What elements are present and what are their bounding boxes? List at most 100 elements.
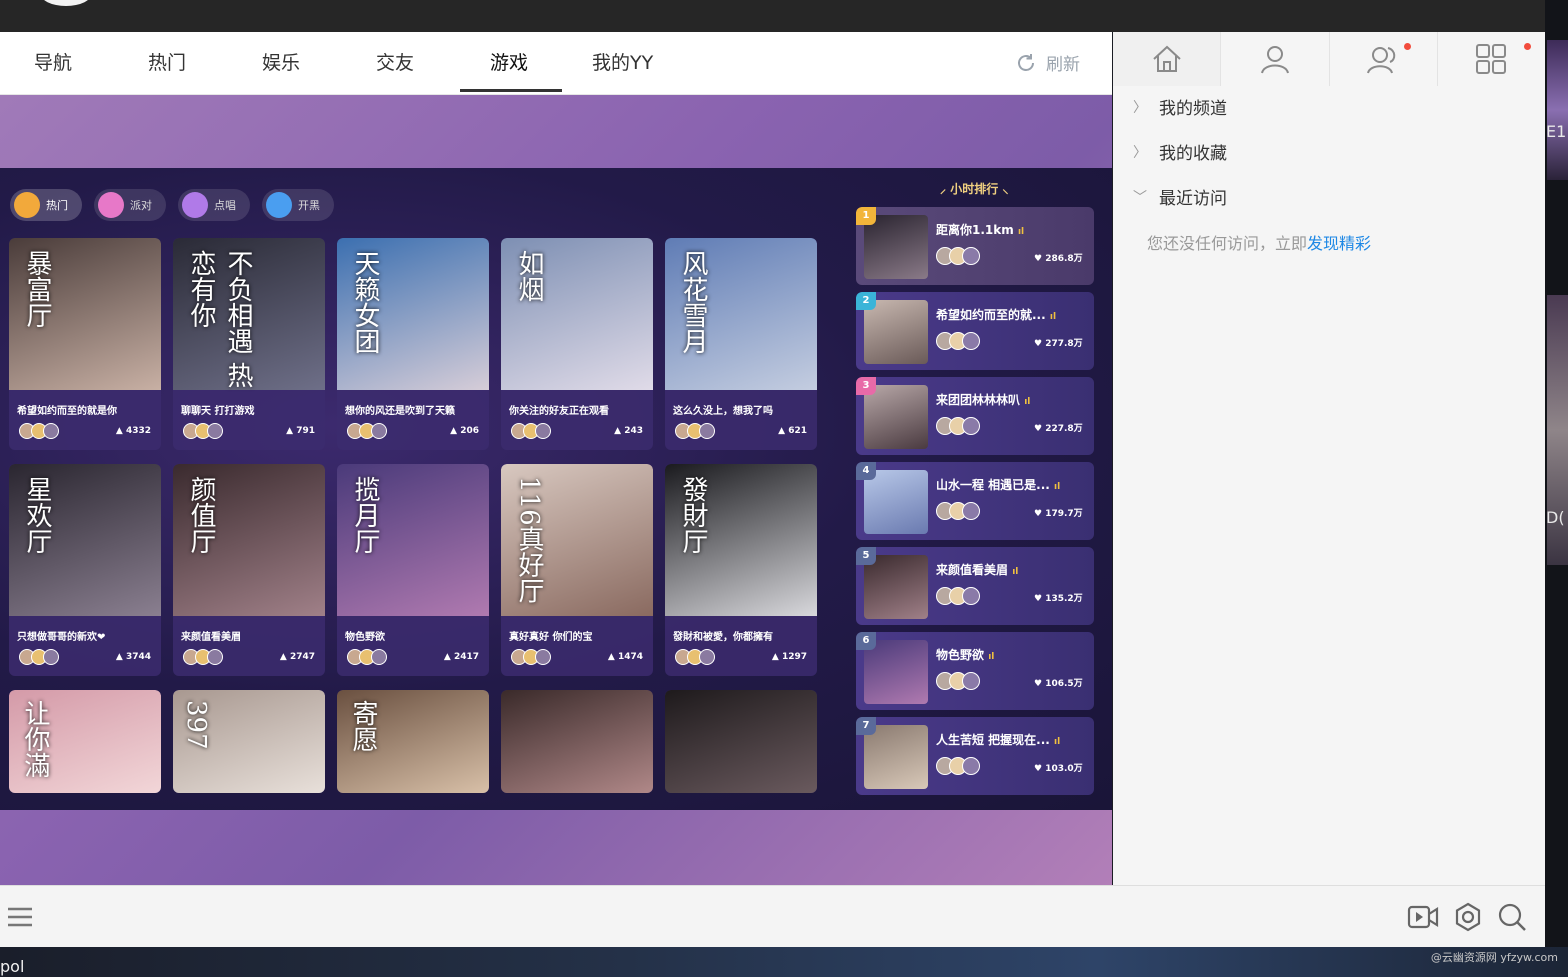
room-title: 物色野欲 <box>345 632 385 643</box>
rank-room-name: 希望如约而至的就... ıl <box>936 308 1057 322</box>
room-card[interactable] <box>501 690 653 793</box>
room-cover-image <box>501 690 653 793</box>
desktop-background-strip: pol @云幽资源网 yfzyw.com <box>0 947 1568 977</box>
category-chips: 热门 派对 点唱 开黑 <box>10 189 334 221</box>
viewer-count: ▲ 1474 <box>607 652 643 662</box>
viewer-avatars <box>347 423 387 439</box>
room-card[interactable]: 让你滿 <box>9 690 161 793</box>
chip-party[interactable]: 派对 <box>94 189 166 221</box>
rank-item[interactable]: 6 物色野欲 ıl ♥ 106.5万 <box>856 632 1094 710</box>
right-sidebar: 〉 我的频道 〉 我的收藏 ﹀ 最近访问 您还没任何访问，立即发现精彩 <box>1113 32 1545 885</box>
rank-avatars <box>936 247 980 265</box>
room-card[interactable]: 暴富厅 希望如约而至的就是你 ▲ 4332 <box>9 238 161 450</box>
hamburger-menu-icon[interactable] <box>6 905 34 929</box>
search-icon[interactable] <box>1496 901 1528 933</box>
viewer-avatars <box>19 423 59 439</box>
room-card[interactable]: 寄愿 <box>337 690 489 793</box>
chevron-right-icon: 〉 <box>1133 99 1147 116</box>
rank-room-name: 人生苦短 把握现在... ıl <box>936 733 1061 747</box>
rank-item[interactable]: 7 人生苦短 把握现在... ıl ♥ 103.0万 <box>856 717 1094 795</box>
room-card[interactable]: 不负相遇 热恋有你 聊聊天 打打游戏 ▲ 791 <box>173 238 325 450</box>
live-bars-icon: ıl <box>1049 312 1057 322</box>
rank-number: 7 <box>856 717 876 735</box>
room-cover-image: 寄愿 <box>337 690 489 793</box>
room-title: 来颜值看美眉 <box>181 632 241 643</box>
viewer-avatars <box>183 649 223 665</box>
room-card[interactable]: 397 <box>173 690 325 793</box>
recent-visits-row[interactable]: ﹀ 最近访问 <box>1133 184 1227 209</box>
active-tab-indicator <box>460 89 562 92</box>
rank-item[interactable]: 2 希望如约而至的就... ıl ♥ 277.8万 <box>856 292 1094 370</box>
room-card[interactable]: 揽月厅 物色野欲 ▲ 2417 <box>337 464 489 676</box>
rank-avatars <box>936 332 980 350</box>
tab-social[interactable]: 交友 <box>376 48 414 75</box>
tab-entertainment[interactable]: 娱乐 <box>262 48 300 75</box>
sidebar-profile-button[interactable] <box>1221 32 1330 86</box>
room-cover-text: 發財厅 <box>678 476 708 554</box>
rank-item[interactable]: 3 来团团林林林叭 ıl ♥ 227.8万 <box>856 377 1094 455</box>
room-cover-image: 让你滿 <box>9 690 161 793</box>
chip-team-play[interactable]: 开黑 <box>262 189 334 221</box>
rank-room-name: 距离你1.1km ıl <box>936 223 1025 237</box>
room-cover-image: 天籁女团 <box>337 238 489 390</box>
room-card[interactable]: 天籁女团 想你的风还是吹到了天籁 ▲ 206 <box>337 238 489 450</box>
room-card[interactable]: 如烟 你关注的好友正在观看 ▲ 243 <box>501 238 653 450</box>
room-card[interactable] <box>665 690 817 793</box>
room-cover-text: 116真好厅 <box>514 476 544 604</box>
sidebar-friends-button[interactable] <box>1330 32 1438 86</box>
room-title: 希望如约而至的就是你 <box>17 406 117 417</box>
room-cover-image: 不负相遇 热恋有你 <box>173 238 325 390</box>
rank-thumbnail <box>864 215 928 279</box>
tab-games[interactable]: 游戏 <box>490 48 528 75</box>
background-text: pol <box>0 957 25 976</box>
tab-nav[interactable]: 导航 <box>34 48 72 75</box>
live-bars-icon: ıl <box>988 652 995 662</box>
rank-avatars <box>936 757 980 775</box>
rank-heat: ♥ 106.5万 <box>1034 679 1083 689</box>
sidebar-home-button[interactable] <box>1113 32 1222 86</box>
rank-item[interactable]: 4 山水一程 相遇已是... ıl ♥ 179.7万 <box>856 462 1094 540</box>
refresh-button[interactable]: 刷新 <box>1014 50 1080 75</box>
viewer-avatars <box>511 423 551 439</box>
settings-icon[interactable] <box>1452 901 1484 933</box>
room-meta: ▲ 3744 <box>9 643 161 665</box>
chip-hot[interactable]: 热门 <box>10 189 82 221</box>
room-meta: ▲ 2747 <box>173 643 325 665</box>
background-text: E1 <box>1546 122 1567 141</box>
rank-heat: ♥ 179.7万 <box>1034 509 1083 519</box>
tab-my-yy[interactable]: 我的YY <box>592 48 653 75</box>
watermark: @云幽资源网 yfzyw.com <box>1430 951 1558 964</box>
room-card[interactable]: 颜值厅 来颜值看美眉 ▲ 2747 <box>173 464 325 676</box>
live-bars-icon: ıl <box>1054 482 1061 492</box>
discover-link[interactable]: 发现精彩 <box>1307 234 1371 253</box>
rank-item[interactable]: 1 距离你1.1km ıl ♥ 286.8万 <box>856 207 1094 285</box>
chip-sing[interactable]: 点唱 <box>178 189 250 221</box>
party-icon <box>98 192 124 218</box>
apps-grid-icon <box>1476 44 1507 74</box>
rank-heat: ♥ 277.8万 <box>1034 339 1083 349</box>
room-cover-image: 揽月厅 <box>337 464 489 616</box>
viewer-count: ▲ 2747 <box>279 652 315 662</box>
my-favorites-row[interactable]: 〉 我的收藏 <box>1133 139 1227 164</box>
room-meta: ▲ 1474 <box>501 643 653 665</box>
video-icon[interactable] <box>1406 901 1440 933</box>
room-card[interactable]: 星欢厅 只想做哥哥的新欢❤ ▲ 3744 <box>9 464 161 676</box>
user-icon <box>1260 46 1289 74</box>
rank-item[interactable]: 5 来颜值看美眉 ıl ♥ 135.2万 <box>856 547 1094 625</box>
sidebar-apps-button[interactable] <box>1438 32 1545 86</box>
my-channels-row[interactable]: 〉 我的频道 <box>1133 94 1227 119</box>
room-card[interactable]: 116真好厅 真好真好 你们的宝 ▲ 1474 <box>501 464 653 676</box>
room-cover-image: 116真好厅 <box>501 464 653 616</box>
game-content-area: 热门 派对 点唱 开黑 暴富厅 希望如约而至的就是你 ▲ 4332 不负相遇 热恋有你… <box>0 95 1112 885</box>
rank-heat: ♥ 227.8万 <box>1034 424 1083 434</box>
notification-dot <box>1523 43 1531 50</box>
room-card[interactable]: 發財厅 發財和被愛，你都擁有 ▲ 1297 <box>665 464 817 676</box>
bottom-toolbar <box>0 885 1545 948</box>
tab-hot[interactable]: 热门 <box>148 48 186 75</box>
room-cover-text: 寄愿 <box>348 700 378 752</box>
rank-thumbnail <box>864 470 928 534</box>
room-cover-text: 揽月厅 <box>350 476 380 554</box>
room-meta: ▲ 206 <box>337 417 489 439</box>
viewer-avatars <box>19 649 59 665</box>
room-card[interactable]: 风花雪月 这么久没上，想我了吗 ▲ 621 <box>665 238 817 450</box>
